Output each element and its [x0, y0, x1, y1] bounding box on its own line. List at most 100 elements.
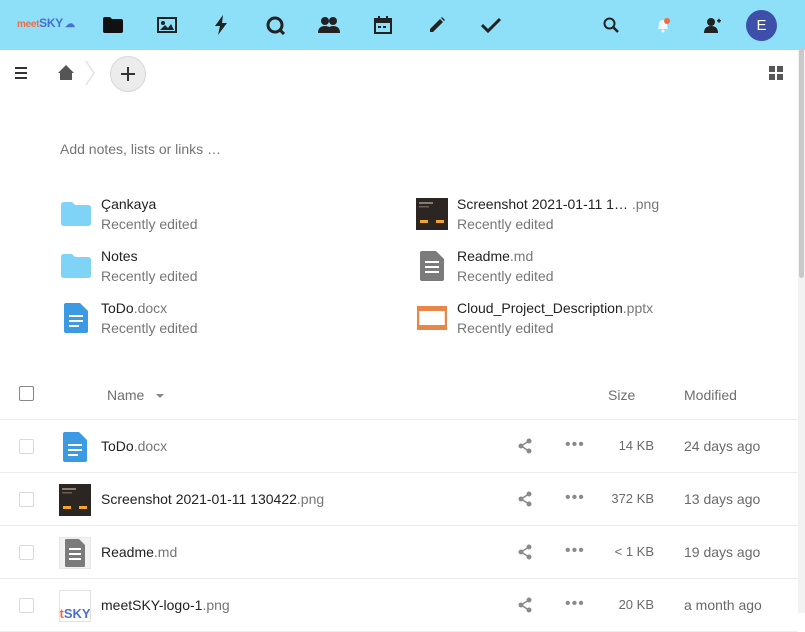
avatar[interactable]: E: [746, 10, 777, 41]
row-checkbox[interactable]: [19, 439, 34, 454]
contacts-icon[interactable]: [318, 14, 340, 36]
recent-item-name: Çankaya: [101, 196, 157, 212]
file-name[interactable]: Readme.md: [101, 544, 177, 560]
file-basename: Readme: [101, 544, 154, 560]
size-column-header[interactable]: Size: [608, 387, 635, 403]
select-all-checkbox[interactable]: [19, 386, 34, 401]
talk-icon[interactable]: [264, 14, 286, 36]
recent-item-name: ToDo: [101, 300, 134, 316]
more-actions-icon[interactable]: •••: [565, 596, 584, 613]
row-checkbox[interactable]: [19, 492, 34, 507]
contacts-menu-icon[interactable]: [701, 14, 723, 36]
recent-item-name: Notes: [101, 248, 138, 264]
add-new-button[interactable]: [110, 56, 146, 92]
recent-item-name: Cloud_Project_Description: [457, 300, 623, 316]
table-row[interactable]: tSKY meetSKY-logo-1.png ••• 20 KB a mont…: [0, 579, 798, 632]
file-modified: a month ago: [684, 597, 762, 613]
file-extension: .png: [296, 491, 325, 507]
name-column-header[interactable]: Name: [107, 387, 165, 403]
recent-item[interactable]: Readme.md Recently edited: [416, 246, 554, 286]
file-basename: meetSKY-logo-1: [101, 597, 203, 613]
recent-item[interactable]: Screenshot 2021-01-11 1… .png Recently e…: [416, 194, 659, 234]
file-size: 14 KB: [618, 438, 654, 453]
top-bar: meetSKY ☁ E: [0, 0, 805, 56]
sort-caret-icon: [156, 394, 165, 399]
search-icon[interactable]: [600, 14, 622, 36]
file-modified: 19 days ago: [684, 544, 761, 560]
image-icon[interactable]: [156, 14, 178, 36]
file-extension: .md: [153, 544, 178, 560]
recent-item-name: Readme: [457, 248, 510, 264]
document-icon: [59, 431, 91, 463]
image-thumbnail-icon: [416, 198, 448, 230]
file-basename: Screenshot 2021-01-11 130422: [101, 491, 297, 507]
name-header-label: Name: [107, 387, 145, 403]
more-actions-icon[interactable]: •••: [565, 437, 584, 454]
table-row[interactable]: Readme.md ••• < 1 KB 19 days ago: [0, 526, 798, 579]
file-size: 20 KB: [618, 597, 654, 612]
cloud-logo-icon: ☁: [64, 19, 75, 30]
recent-item-status: Recently edited: [101, 268, 198, 284]
recent-item[interactable]: Notes Recently edited: [60, 246, 198, 286]
file-size: < 1 KB: [614, 544, 654, 559]
row-checkbox[interactable]: [19, 545, 34, 560]
share-icon[interactable]: [517, 438, 533, 454]
recent-item[interactable]: Çankaya Recently edited: [60, 194, 198, 234]
file-extension: .png: [202, 597, 230, 613]
notifications-icon[interactable]: [652, 14, 674, 36]
table-row[interactable]: ToDo.docx ••• 14 KB 24 days ago: [0, 420, 798, 473]
recent-item[interactable]: Cloud_Project_Description.pptx Recently …: [416, 298, 653, 338]
avatar-letter: E: [756, 17, 767, 34]
modified-column-header[interactable]: Modified: [684, 387, 737, 403]
recent-item[interactable]: ToDo.docx Recently edited: [60, 298, 198, 338]
grid-view-icon[interactable]: [769, 66, 783, 80]
folder-icon[interactable]: [102, 14, 124, 56]
text-file-icon: [416, 250, 448, 282]
calendar-icon[interactable]: [372, 14, 394, 36]
file-modified: 13 days ago: [684, 491, 761, 507]
folder-icon: [60, 250, 92, 282]
share-icon[interactable]: [517, 597, 533, 613]
breadcrumb: [0, 50, 798, 96]
breadcrumb-separator: [84, 60, 96, 86]
file-table-header: Name Size Modified: [0, 368, 798, 420]
recent-item-ext: .png: [627, 196, 660, 212]
recent-item-status: Recently edited: [457, 216, 554, 232]
notes-input[interactable]: [60, 141, 560, 157]
file-name[interactable]: meetSKY-logo-1.png: [101, 597, 230, 613]
document-icon: [60, 302, 92, 334]
brand-part2: SKY: [39, 16, 63, 30]
scrollbar-thumb[interactable]: [799, 48, 804, 278]
presentation-icon: [416, 302, 448, 334]
share-icon[interactable]: [517, 491, 533, 507]
more-actions-icon[interactable]: •••: [565, 543, 584, 560]
home-icon[interactable]: [57, 64, 75, 82]
folder-icon: [60, 198, 92, 230]
activity-icon[interactable]: [210, 14, 232, 36]
recent-item-status: Recently edited: [457, 320, 554, 336]
recent-item-status: Recently edited: [101, 216, 198, 232]
text-file-icon: [59, 537, 91, 569]
row-checkbox[interactable]: [19, 598, 34, 613]
recent-item-name: Screenshot 2021-01-11 1…: [457, 196, 628, 212]
logo-thumbnail-icon: tSKY: [59, 590, 91, 622]
recent-item-status: Recently edited: [457, 268, 554, 284]
tasks-check-icon[interactable]: [480, 14, 502, 36]
recent-item-status: Recently edited: [101, 320, 198, 336]
file-name[interactable]: ToDo.docx: [101, 438, 167, 454]
notes-pencil-icon[interactable]: [426, 14, 448, 36]
recent-item-ext: .docx: [133, 300, 168, 316]
share-icon[interactable]: [517, 544, 533, 560]
file-size: 372 KB: [611, 491, 654, 506]
table-row[interactable]: Screenshot 2021-01-11 130422.png ••• 372…: [0, 473, 798, 526]
file-name[interactable]: Screenshot 2021-01-11 130422.png: [101, 491, 324, 507]
image-thumbnail-icon: [59, 484, 91, 516]
recent-item-ext: .md: [509, 248, 534, 264]
more-actions-icon[interactable]: •••: [565, 490, 584, 507]
file-extension: .docx: [133, 438, 168, 454]
file-modified: 24 days ago: [684, 438, 761, 454]
recent-item-ext: .pptx: [622, 300, 654, 316]
file-basename: ToDo: [101, 438, 134, 454]
brand-logo[interactable]: meetSKY ☁: [17, 16, 75, 30]
hamburger-menu-icon[interactable]: [14, 66, 30, 80]
